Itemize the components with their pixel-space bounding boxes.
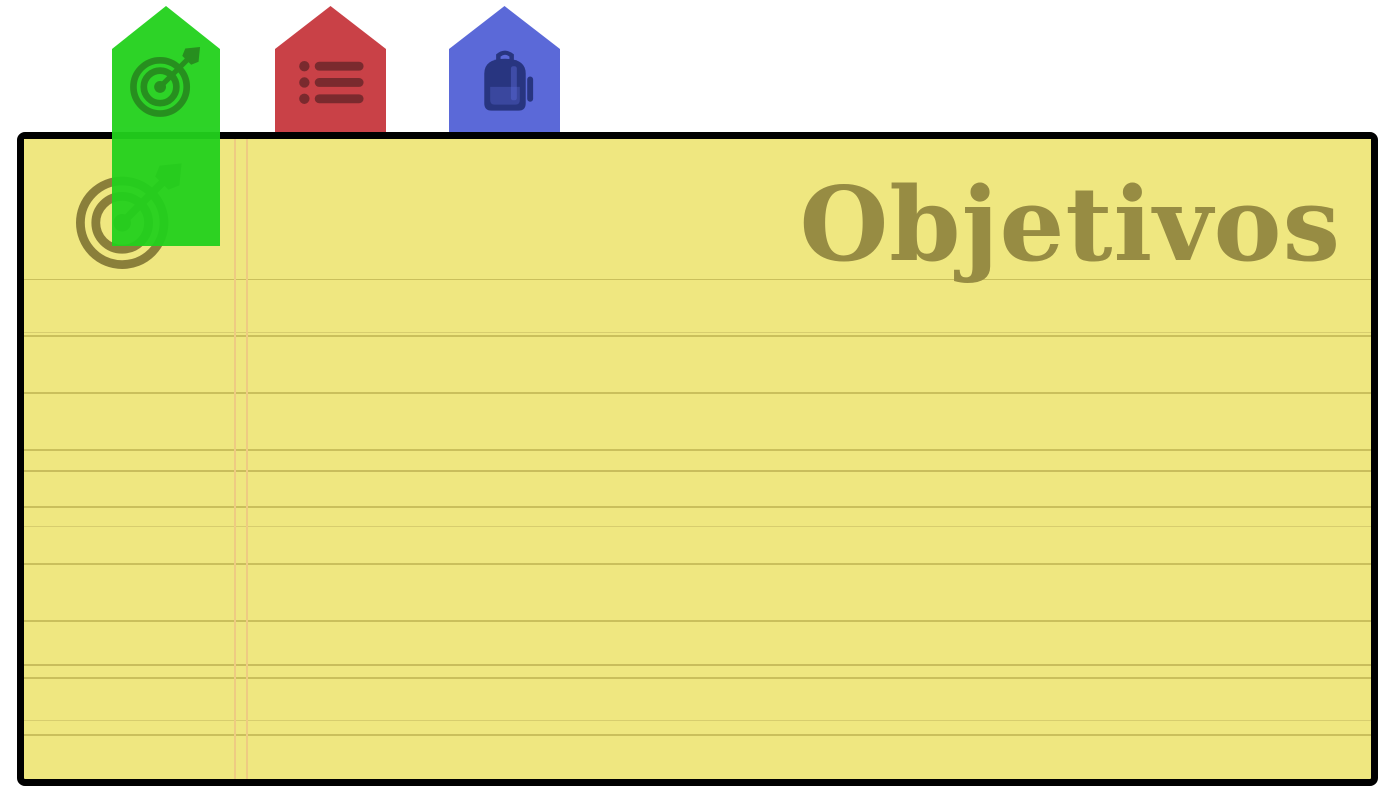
margin-line	[246, 139, 248, 779]
tab-objetivos[interactable]	[112, 6, 220, 246]
list-icon	[298, 61, 364, 104]
backpack-icon	[483, 50, 533, 111]
notebook-page: Objetivos	[17, 132, 1378, 786]
tab-mochila[interactable]	[449, 6, 560, 136]
tab-lista[interactable]	[275, 6, 386, 136]
margin-line	[234, 139, 236, 779]
page-title: Objetivos	[799, 165, 1341, 285]
target-arrow-icon	[130, 46, 201, 117]
